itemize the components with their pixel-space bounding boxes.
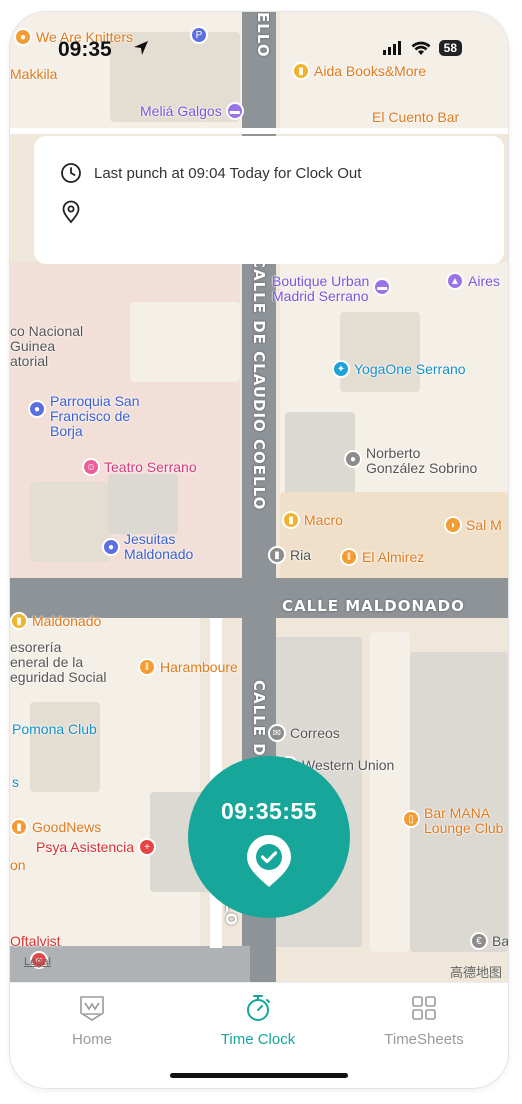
bar-icon: ▯ [402, 810, 420, 828]
tab-timesheets-label: TimeSheets [384, 1031, 464, 1048]
poi-teatro-serrano[interactable]: ☺ Teatro Serrano [82, 458, 197, 476]
location-row [60, 200, 94, 224]
yoga-icon: ✦ [332, 360, 350, 378]
poi-parking[interactable]: P [190, 26, 208, 44]
poi-tesoreria[interactable]: esorería eneral de la eguridad Social [10, 640, 107, 685]
hotel-icon: ▬ [373, 278, 392, 296]
poi-psya[interactable]: Psya Asistencia + [36, 838, 157, 856]
street-label-claudio-coello: CALLE DE CLAUDIO COELLO [250, 257, 268, 511]
tab-time-clock-label: Time Clock [220, 1031, 296, 1048]
street-label-ello: ELLO [254, 12, 272, 58]
tab-timesheets[interactable]: TimeSheets [354, 993, 494, 1048]
poi-sal-m[interactable]: ◗ Sal M [444, 516, 502, 534]
signal-icon [382, 41, 401, 55]
bank-icon: € [470, 932, 488, 950]
poi-correos[interactable]: ✉ Correos [268, 724, 340, 742]
battery-indicator: 58 [438, 40, 462, 56]
current-time: 09:35:55 [220, 798, 318, 824]
church-icon: ● [28, 400, 46, 418]
poi-aida-books[interactable]: ▮ Aida Books&More [292, 62, 426, 80]
last-punch-text: Last punch at 09:04 Today for Clock Out [94, 164, 362, 182]
poi-bar-mana[interactable]: ▯ Bar MANA Lounge Club [402, 806, 503, 836]
home-logo-icon [80, 996, 104, 1021]
poi-s-label: s [12, 774, 19, 790]
punch-clock-button[interactable]: 09:35:55 [188, 756, 350, 918]
grid-icon [412, 996, 436, 1020]
poi-el-cuento-bar[interactable]: El Cuento Bar [372, 110, 459, 125]
tab-time-clock[interactable]: Time Clock [188, 993, 328, 1048]
church-icon: ● [102, 538, 120, 556]
poi-boutique-urban[interactable]: Boutique Urban Madrid Serrano ▬ [272, 274, 392, 304]
status-time: 09:35 [58, 38, 112, 61]
place-icon: ▮ [268, 546, 286, 564]
street-label-calle-d: CALLE D [250, 680, 268, 757]
map-legal-link[interactable]: Legal [24, 956, 51, 968]
poi-el-almirez[interactable]: ǁ El Almirez [340, 548, 424, 566]
poi-maldonado[interactable]: ▮ Maldonado [10, 612, 101, 630]
poi-aires[interactable]: ▲ Aires [446, 272, 500, 290]
medical-cross-icon: + [138, 838, 157, 856]
building-icon: ▲ [446, 272, 464, 290]
restaurant-icon: ǁ [340, 548, 358, 566]
book-icon: ▮ [292, 62, 310, 80]
poi-ria[interactable]: ▮ Ria [268, 546, 311, 564]
poi-haramboure[interactable]: ǁ Haramboure [138, 658, 238, 676]
theater-icon: ☺ [82, 458, 100, 476]
tab-home-label: Home [71, 1031, 112, 1048]
poi-pomona-club[interactable]: Pomona Club [12, 722, 97, 737]
poi-makkila[interactable]: Makkila [10, 67, 57, 82]
mail-icon: ✉ [268, 724, 286, 742]
shop-icon: ▮ [282, 511, 300, 529]
poi-jesuitas[interactable]: ● Jesuitas Maldonado [102, 532, 193, 562]
poi-ba[interactable]: € Ba [470, 932, 508, 950]
poi-goodnews[interactable]: ▮ GoodNews [10, 818, 101, 836]
poi-norberto[interactable]: ● Norberto González Sobrino [344, 446, 477, 476]
shop-icon: ▮ [10, 818, 28, 836]
clock-icon [61, 163, 81, 183]
poi-on-label: on [10, 857, 26, 873]
status-indicators: 58 [382, 40, 462, 56]
restaurant-icon: ǁ [138, 658, 156, 676]
phone-screen: ELLO CALLE DE CLAUDIO COELLO CALLE MALDO… [10, 12, 508, 1088]
place-icon: ● [344, 450, 362, 468]
poi-parroquia[interactable]: ● Parroquia San Francisco de Borja [28, 394, 140, 439]
parking-icon: P [190, 26, 208, 44]
poi-co-nacional[interactable]: co Nacional Guinea atorial [10, 324, 83, 369]
poi-melia-galgos[interactable]: Meliá Galgos ▬ [140, 102, 244, 120]
stopwatch-icon [247, 995, 270, 1021]
wifi-icon [411, 41, 431, 55]
food-icon: ◗ [444, 516, 462, 534]
last-punch-card: Last punch at 09:04 Today for Clock Out [34, 136, 504, 264]
last-punch-row: Last punch at 09:04 Today for Clock Out [60, 162, 361, 184]
poi-macro[interactable]: ▮ Macro [282, 511, 343, 529]
location-arrow-icon [134, 41, 148, 55]
home-indicator[interactable] [170, 1073, 348, 1078]
map-provider-logo: 高德地图 [449, 965, 502, 980]
shopping-bag-icon: ● [14, 28, 32, 46]
shop-icon: ▮ [10, 612, 28, 630]
street-label-maldonado: CALLE MALDONADO [282, 597, 465, 615]
check-pin-icon [247, 835, 291, 887]
hotel-icon: ▬ [225, 102, 244, 120]
poi-yogaone[interactable]: ✦ YogaOne Serrano [332, 360, 466, 378]
location-pin-icon [62, 200, 80, 224]
tab-home[interactable]: Home [22, 993, 162, 1048]
